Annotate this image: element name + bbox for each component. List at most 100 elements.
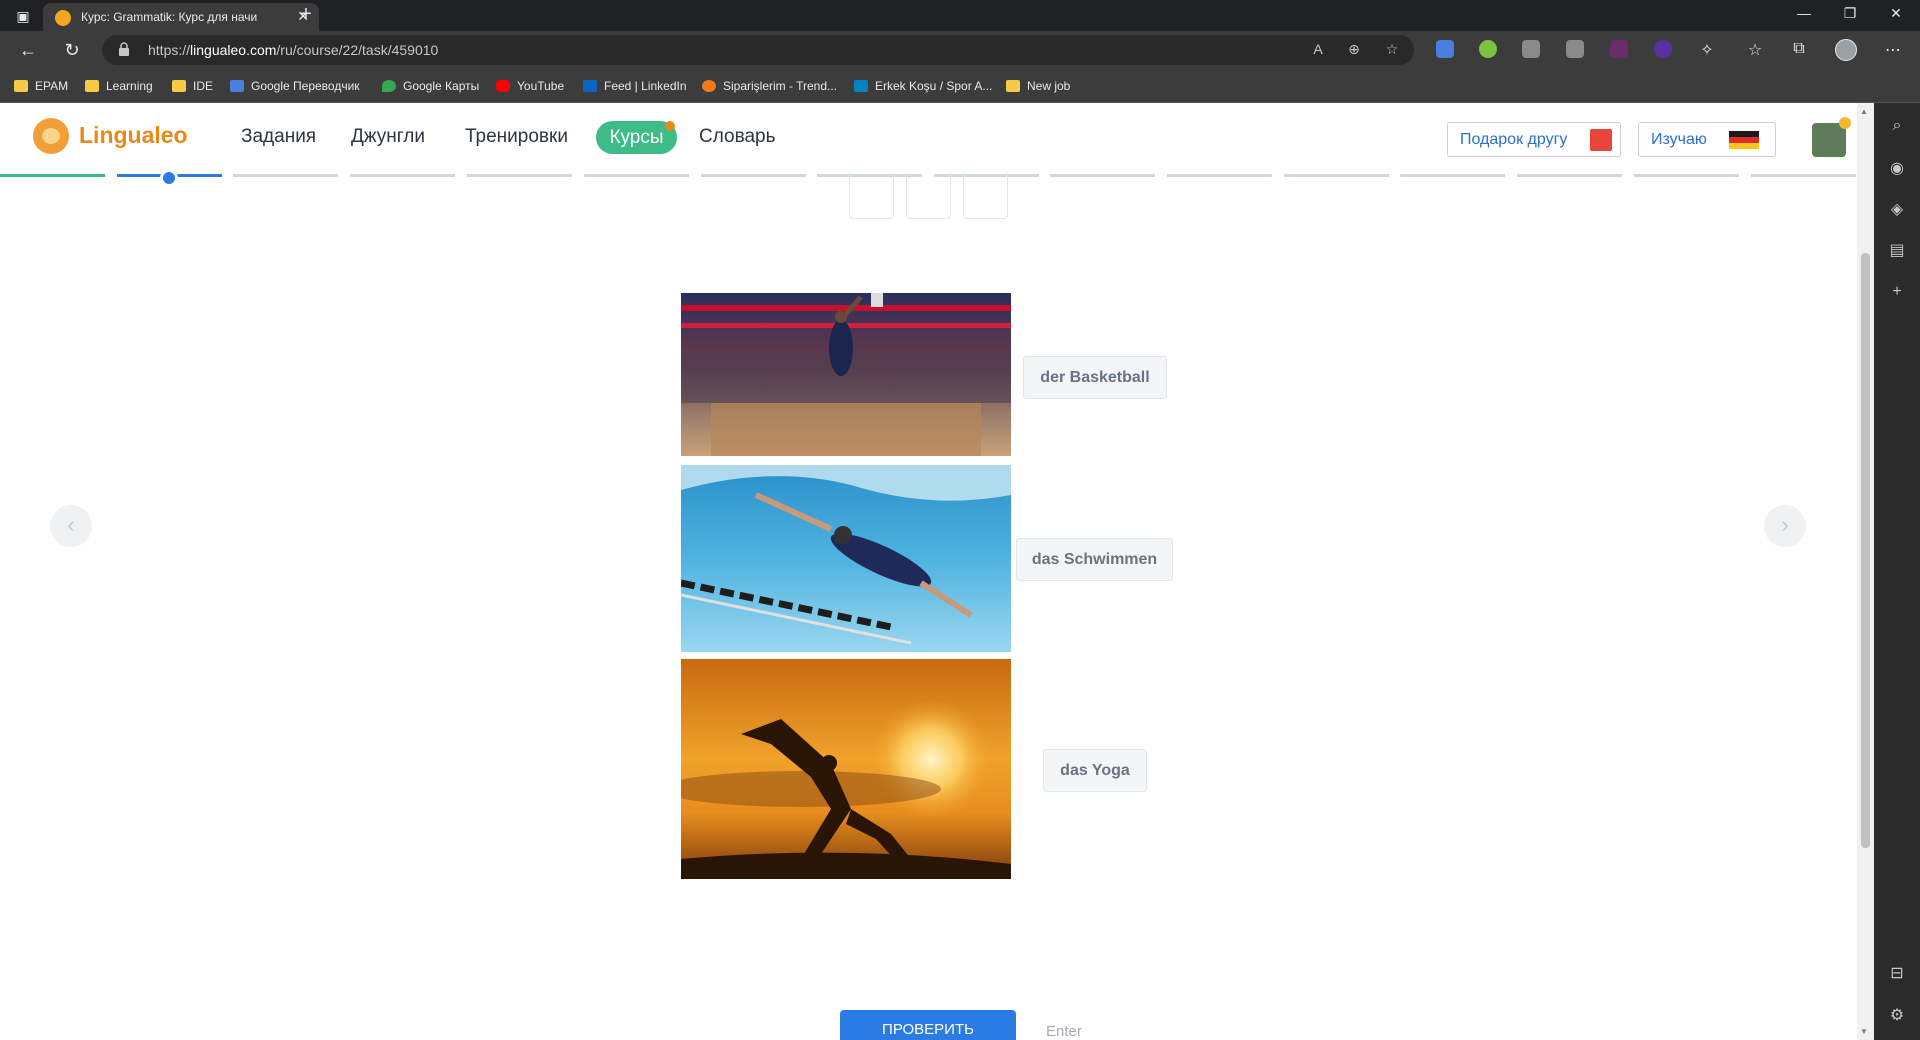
page-scrollbar[interactable]: ▲ ▼ xyxy=(1857,103,1874,1040)
youtube-icon xyxy=(496,80,510,92)
gift-icon xyxy=(1590,129,1612,151)
back-icon[interactable]: ← xyxy=(16,39,40,61)
bookmark-linkedin[interactable]: Feed | LinkedIn xyxy=(583,78,687,94)
add-sidebar-app-icon[interactable]: + xyxy=(1888,283,1906,301)
folder-icon xyxy=(172,80,186,92)
collections-icon[interactable]: ⧉ xyxy=(1788,40,1810,58)
hide-sidebar-icon[interactable]: ⊟ xyxy=(1888,963,1906,983)
outlook-icon[interactable]: ▤ xyxy=(1888,240,1906,260)
url-bar[interactable]: https://lingualeo.com/ru/course/22/task/… xyxy=(102,35,1414,65)
violet-extension-icon[interactable] xyxy=(1654,40,1672,58)
trendyol-icon xyxy=(702,80,716,92)
learning-language-button[interactable]: Изучаю xyxy=(1638,122,1776,157)
swimming-photo xyxy=(681,465,1011,652)
bookmark-epam[interactable]: EPAM xyxy=(14,78,68,94)
minimize-icon[interactable]: — xyxy=(1784,5,1824,21)
premium-badge-icon xyxy=(1839,117,1851,129)
copilot-icon[interactable]: ◉ xyxy=(1888,158,1906,178)
progress-segment[interactable] xyxy=(1634,174,1739,177)
germany-flag-icon xyxy=(1729,131,1759,149)
answer-slot[interactable] xyxy=(849,173,894,219)
tab-actions-icon[interactable]: ▣ xyxy=(12,7,34,25)
translate-extension-icon[interactable] xyxy=(1436,40,1454,58)
read-aloud-icon[interactable]: A xyxy=(1308,41,1328,57)
bookmark-decathlon[interactable]: Erkek Koşu / Spor A... xyxy=(854,78,992,94)
progress-segment[interactable] xyxy=(1167,174,1272,177)
restore-icon[interactable]: ❐ xyxy=(1830,5,1870,22)
bookmark-youtube[interactable]: YouTube xyxy=(496,78,564,94)
nav-jungle[interactable]: Джунгли xyxy=(351,126,425,148)
nav-tasks[interactable]: Задания xyxy=(241,126,316,148)
profile-avatar[interactable] xyxy=(1835,39,1857,61)
progress-segment[interactable] xyxy=(1400,174,1505,177)
bookmark-trendyol[interactable]: Siparişlerim - Trend... xyxy=(702,78,837,94)
lingualeo-logo-icon[interactable] xyxy=(33,118,69,154)
decathlon-icon xyxy=(854,80,868,92)
close-window-icon[interactable]: ✕ xyxy=(1876,5,1916,22)
progress-segment[interactable] xyxy=(584,174,689,177)
extensions-puzzle-icon[interactable]: ✧ xyxy=(1696,40,1718,60)
bookmarks-bar: EPAM Learning IDE Google Переводчик Goog… xyxy=(0,69,1920,103)
search-icon[interactable]: ⌕ xyxy=(1888,117,1906,135)
progress-segment[interactable] xyxy=(1050,174,1155,177)
progress-segment[interactable] xyxy=(233,174,338,177)
answer-slot[interactable] xyxy=(963,173,1008,219)
extension-icon[interactable] xyxy=(1566,40,1584,58)
linkedin-icon xyxy=(583,80,597,92)
nav-trainings[interactable]: Тренировки xyxy=(465,126,568,148)
scroll-down-icon[interactable]: ▼ xyxy=(1860,1027,1868,1036)
favorite-star-icon[interactable]: ☆ xyxy=(1382,41,1402,58)
word-card[interactable]: der Basketball xyxy=(1023,356,1167,399)
zoom-icon[interactable]: ⊕ xyxy=(1344,41,1364,58)
new-tab-icon[interactable]: + xyxy=(294,3,318,26)
nav-dictionary[interactable]: Словарь xyxy=(699,126,776,148)
next-task-arrow-icon[interactable]: › xyxy=(1764,505,1806,547)
purple-extension-icon[interactable] xyxy=(1610,40,1628,58)
bookmark-google-maps[interactable]: Google Карты xyxy=(382,78,479,94)
answer-slot[interactable] xyxy=(906,173,951,219)
progress-segment[interactable] xyxy=(0,174,105,177)
folder-icon xyxy=(1006,80,1020,92)
folder-icon xyxy=(14,80,28,92)
progress-segment[interactable] xyxy=(701,174,806,177)
favorites-icon[interactable]: ☆ xyxy=(1744,40,1766,60)
browser-titlebar: ▣ Курс: Grammatik: Курс для начи ✕ + — ❐… xyxy=(0,0,1920,31)
progress-segment[interactable] xyxy=(1517,174,1622,177)
games-icon[interactable]: ◈ xyxy=(1888,199,1906,219)
bookmark-new-job[interactable]: New job xyxy=(1006,78,1070,94)
more-menu-icon[interactable]: ⋯ xyxy=(1882,40,1904,60)
site-header: Lingualeo Задания Джунгли Тренировки Кур… xyxy=(0,103,1857,175)
maps-icon xyxy=(382,80,396,92)
extension-icon[interactable] xyxy=(1522,40,1540,58)
word-card[interactable]: das Yoga xyxy=(1043,749,1147,792)
scroll-thumb[interactable] xyxy=(1861,253,1870,848)
page-content: Lingualeo Задания Джунгли Тренировки Кур… xyxy=(0,103,1874,1040)
green-extension-icon[interactable] xyxy=(1479,40,1497,58)
check-button[interactable]: ПРОВЕРИТЬ xyxy=(840,1010,1016,1040)
browser-sidebar: ⌕ ◉ ◈ ▤ + ⊟ ⚙ xyxy=(1874,103,1920,1040)
progress-segment[interactable] xyxy=(1284,174,1389,177)
progress-segment[interactable] xyxy=(350,174,455,177)
notification-dot xyxy=(665,121,675,131)
url-text: https://lingualeo.com/ru/course/22/task/… xyxy=(148,42,439,58)
tab-title: Курс: Grammatik: Курс для начи xyxy=(81,10,258,24)
prev-task-arrow-icon[interactable]: ‹ xyxy=(50,505,92,547)
gift-friend-button[interactable]: Подарок другу xyxy=(1447,122,1621,157)
browser-tab[interactable]: Курс: Grammatik: Курс для начи ✕ xyxy=(43,3,319,31)
word-card[interactable]: das Schwimmen xyxy=(1016,538,1173,581)
current-task-marker xyxy=(160,169,178,187)
translate-icon xyxy=(230,80,244,92)
lingualeo-favicon-icon xyxy=(55,10,71,26)
progress-segment[interactable] xyxy=(1751,174,1856,177)
bookmark-google-translate[interactable]: Google Переводчик xyxy=(230,78,360,94)
settings-gear-icon[interactable]: ⚙ xyxy=(1888,1005,1906,1025)
refresh-icon[interactable]: ↻ xyxy=(60,39,84,61)
basketball-photo xyxy=(681,293,1011,456)
progress-segment[interactable] xyxy=(467,174,572,177)
bookmark-ide[interactable]: IDE xyxy=(172,78,213,94)
logo-text[interactable]: Lingualeo xyxy=(79,122,188,149)
scroll-up-icon[interactable]: ▲ xyxy=(1860,107,1868,116)
folder-icon xyxy=(85,80,99,92)
bookmark-learning[interactable]: Learning xyxy=(85,78,153,94)
address-toolbar: ← ↻ https://lingualeo.com/ru/course/22/t… xyxy=(0,31,1920,69)
